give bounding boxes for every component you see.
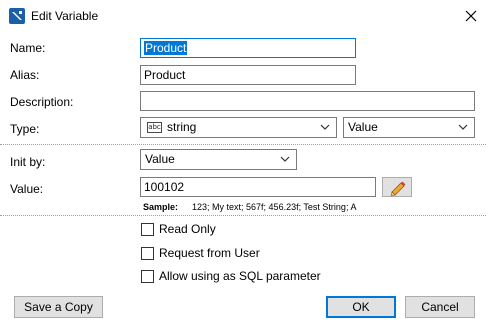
init-by-value: Value (145, 152, 175, 166)
sample-label: Sample: (143, 202, 179, 212)
title-bar: Edit Variable (0, 0, 486, 32)
ok-button[interactable]: OK (326, 296, 396, 318)
request-from-user-label: Request from User (159, 246, 260, 260)
close-button[interactable] (460, 6, 482, 26)
request-from-user-checkbox[interactable] (141, 247, 154, 260)
sample-text: 123; My text; 567f; 456.23f; Test String… (192, 202, 357, 212)
init-by-label: Init by: (10, 155, 46, 169)
description-label: Description: (10, 95, 74, 109)
chevron-down-icon (280, 156, 290, 162)
value-label: Value: (10, 182, 44, 196)
name-value: Product (144, 41, 188, 55)
type-kind-value: Value (348, 120, 378, 134)
allow-sql-parameter-checkbox[interactable] (141, 270, 154, 283)
read-only-label: Read Only (159, 222, 216, 236)
edit-value-button[interactable] (382, 177, 412, 197)
sample-line: Sample: 123; My text; 567f; 456.23f; Test… (143, 202, 356, 212)
init-by-select[interactable]: Value (140, 149, 297, 170)
window-title: Edit Variable (31, 9, 99, 23)
allow-sql-parameter-label: Allow using as SQL parameter (159, 269, 321, 283)
close-icon (465, 10, 477, 22)
alias-label: Alias: (10, 68, 40, 82)
name-label: Name: (10, 41, 46, 55)
save-a-copy-button[interactable]: Save a Copy (14, 296, 103, 318)
description-input[interactable] (140, 91, 475, 111)
string-type-icon: abc (147, 122, 162, 133)
cancel-button[interactable]: Cancel (405, 296, 475, 318)
alias-input[interactable]: Product (140, 65, 356, 85)
separator (0, 215, 486, 216)
chevron-down-icon (458, 124, 468, 130)
separator (0, 144, 486, 145)
type-value: string (167, 120, 197, 134)
alias-value: Product (144, 68, 186, 82)
value-text: 100102 (144, 180, 185, 194)
app-icon (9, 8, 25, 24)
pencil-icon (390, 181, 406, 196)
name-input[interactable]: Product (140, 38, 356, 58)
read-only-checkbox[interactable] (141, 223, 154, 236)
chevron-down-icon (320, 124, 330, 130)
type-label: Type: (10, 122, 40, 136)
value-input[interactable]: 100102 (140, 177, 376, 197)
type-select[interactable]: abc string (140, 117, 337, 138)
type-kind-select[interactable]: Value (343, 117, 475, 138)
